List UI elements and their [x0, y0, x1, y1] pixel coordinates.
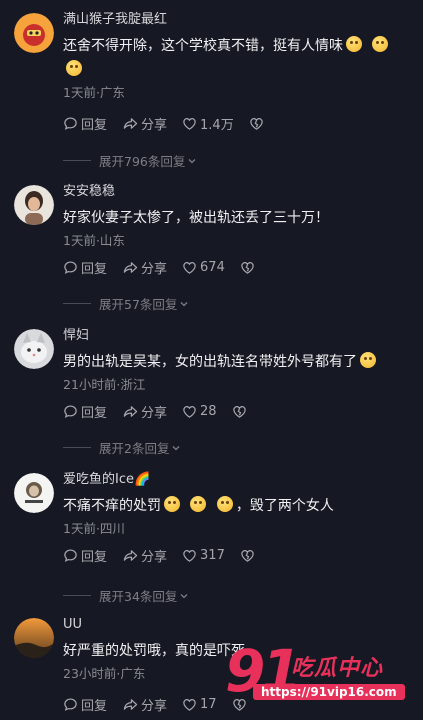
like-button[interactable]: 1.4万 [182, 114, 234, 133]
smile-emoji-icon [216, 496, 233, 512]
reply-button[interactable]: 回复 [63, 402, 107, 421]
heart-icon [183, 117, 196, 130]
comment-actions: 回复 分享 674 [63, 258, 411, 277]
share-icon [123, 549, 138, 561]
heart-icon [183, 549, 196, 562]
broken-heart-icon [241, 549, 254, 562]
laughing-emoji-icon [66, 60, 82, 76]
comment-username[interactable]: 悍妇 [63, 326, 411, 346]
share-icon [123, 117, 138, 129]
reply-button[interactable]: 回复 [63, 114, 107, 133]
dislike-button[interactable] [232, 404, 250, 419]
expand-replies[interactable]: 展开796条回复 [63, 151, 197, 170]
comment-text: 好家伙妻子太惨了，被出轨还丢了三十万！ [63, 210, 329, 226]
comment-username[interactable]: 安安稳稳 [63, 182, 411, 202]
avatar[interactable] [14, 473, 54, 513]
comment-text: 还舍不得开除，这个学校真不错，挺有人情味 [63, 34, 411, 82]
share-button[interactable]: 分享 [122, 402, 167, 421]
comment-meta: 21小时前·浙江 [63, 377, 146, 392]
comment-actions: 回复 分享 1.4万 [63, 114, 411, 133]
reply-icon [64, 260, 77, 274]
heart-icon [183, 261, 196, 274]
reply-button[interactable]: 回复 [63, 546, 107, 565]
reply-icon [64, 116, 77, 130]
laughing-emoji-icon [346, 36, 362, 52]
broken-heart-icon [241, 261, 254, 274]
watermark-title: 吃瓜中心 [291, 656, 384, 681]
like-button[interactable]: 28 [182, 404, 217, 419]
reply-button[interactable]: 回复 [63, 695, 107, 714]
avatar[interactable] [14, 618, 54, 658]
smile-emoji-icon [190, 496, 207, 512]
heart-icon [183, 405, 196, 418]
share-icon [123, 405, 138, 417]
share-icon [123, 698, 138, 710]
laughing-emoji-icon [372, 36, 389, 52]
comment-username[interactable]: UU [63, 615, 411, 635]
broken-heart-icon [232, 405, 246, 418]
sweat-smile-emoji-icon [360, 352, 376, 368]
comment-meta: 1天前·四川 [63, 521, 125, 536]
like-button[interactable]: 17 [182, 697, 217, 712]
reply-button[interactable]: 回复 [63, 258, 107, 277]
chevron-down-icon [180, 301, 188, 306]
share-button[interactable]: 分享 [122, 258, 167, 277]
comment-item: 悍妇 男的出轨是吴某，女的出轨连名带姓外号都有了 21小时前·浙江 回复 分享 … [0, 316, 423, 461]
comment-actions: 回复 分享 317 [63, 546, 411, 565]
like-button[interactable]: 317 [182, 548, 225, 563]
chevron-down-icon [172, 445, 180, 450]
comment-username[interactable]: 满山猴子我腚最红 [63, 10, 411, 30]
avatar[interactable] [14, 329, 54, 369]
dislike-button[interactable] [240, 260, 258, 275]
comment-actions: 回复 分享 28 [63, 402, 411, 421]
heart-icon [183, 698, 196, 711]
avatar[interactable] [14, 13, 54, 53]
chevron-down-icon [180, 593, 188, 598]
reply-icon [64, 548, 77, 562]
share-button[interactable]: 分享 [122, 546, 167, 565]
avatar[interactable] [14, 185, 54, 225]
watermark-url: https://91vip16.com [253, 684, 405, 700]
comment-text: 男的出轨是吴某，女的出轨连名带姓外号都有了 [63, 350, 411, 374]
comment-text: 不痛不痒的处罚 ，毁了两个女人 [63, 496, 334, 514]
smile-emoji-icon [164, 496, 180, 512]
comment-meta: 1天前·广东 [63, 85, 125, 100]
chevron-down-icon [188, 158, 196, 163]
expand-replies[interactable]: 展开34条回复 [63, 586, 189, 605]
comment-list: 满山猴子我腚最红 还舍不得开除，这个学校真不错，挺有人情味 1天前·广东 回复 … [0, 0, 423, 714]
comment-meta: 1天前·山东 [63, 233, 125, 248]
dislike-button[interactable] [240, 548, 258, 563]
broken-heart-icon [249, 117, 263, 130]
watermark-logo: 91 吃瓜中心 https://91vip16.com [225, 640, 415, 708]
dislike-button[interactable] [249, 116, 267, 131]
expand-replies[interactable]: 展开57条回复 [63, 294, 189, 313]
share-icon [123, 261, 138, 273]
comment-item: 安安稳稳 好家伙妻子太惨了，被出轨还丢了三十万！ 1天前·山东 回复 分享 67… [0, 172, 423, 317]
like-button[interactable]: 674 [182, 260, 225, 275]
reply-icon [64, 697, 77, 711]
comment-item: 爱吃鱼的Ice🌈 不痛不痒的处罚 ，毁了两个女人 1天前·四川 回复 分享 31… [0, 460, 423, 605]
comment-item: 满山猴子我腚最红 还舍不得开除，这个学校真不错，挺有人情味 1天前·广东 回复 … [0, 0, 423, 169]
share-button[interactable]: 分享 [122, 695, 167, 714]
share-button[interactable]: 分享 [122, 114, 167, 133]
expand-replies[interactable]: 展开2条回复 [63, 438, 181, 457]
reply-icon [64, 404, 77, 418]
comment-username[interactable]: 爱吃鱼的Ice🌈 [63, 470, 411, 490]
